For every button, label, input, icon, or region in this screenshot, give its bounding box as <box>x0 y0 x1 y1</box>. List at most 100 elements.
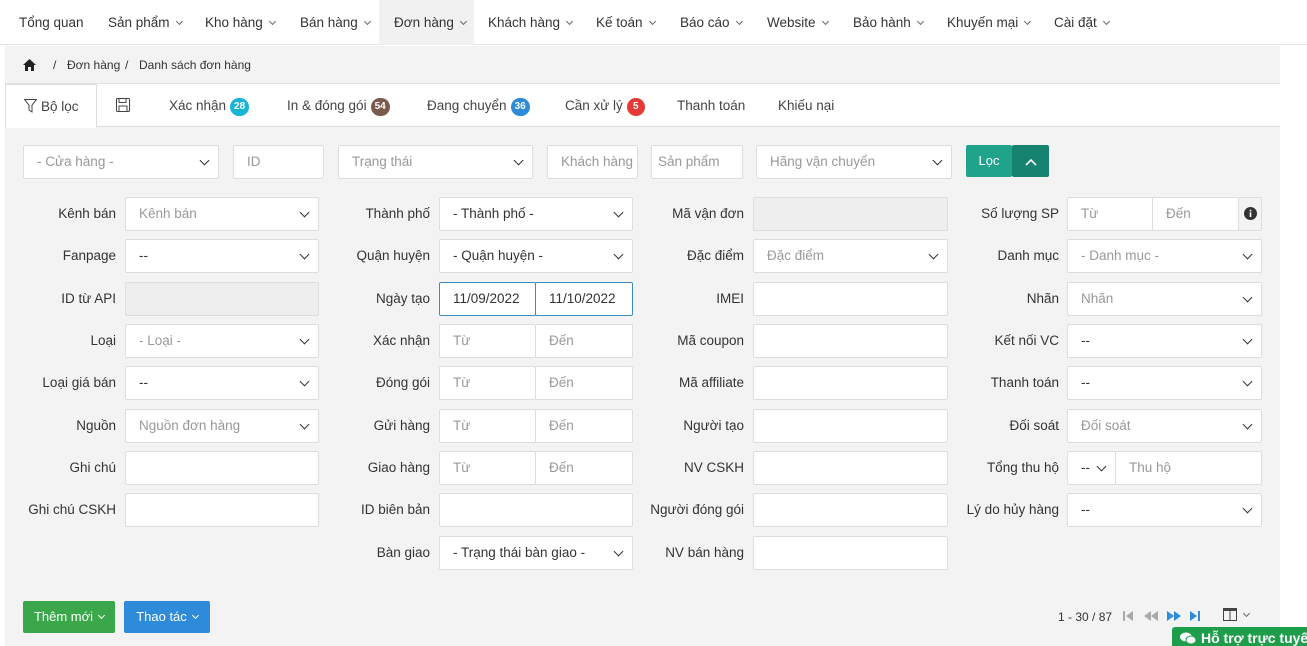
imei-input[interactable] <box>753 282 948 316</box>
cancel-reason-select[interactable]: -- <box>1067 493 1262 527</box>
confirm-to[interactable]: Đến <box>535 324 633 358</box>
previous-page-icon[interactable] <box>1144 610 1158 622</box>
affiliate-label: Mã affiliate <box>678 375 744 390</box>
tab-label: Đang chuyển <box>427 98 507 113</box>
tab-shipping[interactable]: Đang chuyển 36 <box>427 84 530 127</box>
chevron-down-icon <box>191 611 199 620</box>
type-label: Loại <box>90 333 116 348</box>
coupon-input[interactable] <box>753 324 948 358</box>
report-id-input[interactable] <box>439 493 633 527</box>
first-page-icon[interactable] <box>1123 610 1134 622</box>
created-date-to[interactable]: 11/10/2022 <box>535 282 633 316</box>
id-input[interactable]: ID <box>233 145 324 179</box>
live-support-button[interactable]: Hỗ trợ trực tuyến <box>1172 627 1307 646</box>
nav-website[interactable]: Website <box>767 0 829 45</box>
nav-promotions[interactable]: Khuyến mại <box>947 0 1032 45</box>
quantity-to[interactable]: Đến <box>1152 197 1239 231</box>
district-label: Quận huyện <box>356 248 430 263</box>
pack-to[interactable]: Đến <box>535 366 633 400</box>
columns-toggle[interactable] <box>1223 608 1250 624</box>
created-date-label: Ngày tạo <box>375 291 430 306</box>
tag-select[interactable]: Nhãn <box>1067 282 1262 316</box>
confirm-from[interactable]: Từ <box>439 324 536 358</box>
cod-input[interactable]: Thu hộ <box>1115 451 1262 485</box>
sales-staff-label: NV bán hàng <box>665 545 744 560</box>
pack-from[interactable]: Từ <box>439 366 536 400</box>
source-select[interactable]: Nguồn đơn hàng <box>125 409 319 443</box>
send-from[interactable]: Từ <box>439 409 536 443</box>
tag-label: Nhãn <box>1026 291 1059 306</box>
nav-customers[interactable]: Khách hàng <box>488 0 574 45</box>
scrollbar[interactable] <box>1280 46 1307 646</box>
filter-button[interactable]: Lọc <box>966 145 1012 177</box>
send-to[interactable]: Đến <box>535 409 633 443</box>
tab-save[interactable] <box>116 84 130 127</box>
city-select[interactable]: - Thành phố - <box>439 197 633 231</box>
handover-label: Bàn giao <box>376 545 430 560</box>
nav-reports[interactable]: Báo cáo <box>680 0 743 45</box>
quantity-from[interactable]: Từ <box>1067 197 1153 231</box>
cs-staff-input[interactable] <box>753 451 948 485</box>
packer-input[interactable] <box>753 493 948 527</box>
add-new-button[interactable]: Thêm mới <box>23 601 115 633</box>
nav-sales[interactable]: Bán hàng <box>300 0 371 45</box>
carrier-connect-select[interactable]: -- <box>1067 324 1262 358</box>
note-input[interactable] <box>125 451 319 485</box>
api-id-label: ID từ API <box>61 291 116 306</box>
deliver-label: Giao hàng <box>367 460 430 475</box>
price-type-select[interactable]: -- <box>125 366 319 400</box>
nav-products[interactable]: Sản phẩm <box>108 0 183 45</box>
store-select[interactable]: - Cửa hàng - <box>23 145 219 179</box>
chevron-down-icon <box>566 17 574 26</box>
status-select[interactable]: Trạng thái <box>338 145 533 179</box>
payment-select[interactable]: -- <box>1067 366 1262 400</box>
breadcrumb-orders[interactable]: Đơn hàng <box>67 58 120 72</box>
district-select[interactable]: - Quận huyện - <box>439 239 633 273</box>
chevron-down-icon <box>735 17 743 26</box>
sales-staff-input[interactable] <box>753 536 948 570</box>
nav-settings[interactable]: Cài đặt <box>1054 0 1110 45</box>
product-input[interactable]: Sản phẩm <box>651 145 743 179</box>
chevron-down-icon <box>98 611 106 620</box>
cod-operator-select[interactable]: -- <box>1067 451 1116 485</box>
handover-select[interactable]: - Trạng thái bàn giao - <box>439 536 633 570</box>
tab-filter[interactable]: Bộ lọc <box>5 84 97 128</box>
last-page-icon[interactable] <box>1190 610 1201 622</box>
channel-select[interactable]: Kênh bán <box>125 197 319 231</box>
deliver-to[interactable]: Đến <box>535 451 633 485</box>
feature-select[interactable]: Đặc điểm <box>753 239 948 273</box>
carrier-select[interactable]: Hãng vận chuyển <box>756 145 952 179</box>
chevron-down-icon <box>268 17 276 26</box>
nav-overview[interactable]: Tổng quan <box>19 0 84 45</box>
chevron-down-icon <box>1024 17 1032 26</box>
tab-print-pack[interactable]: In & đóng gói 54 <box>287 84 390 127</box>
tab-confirm[interactable]: Xác nhận 28 <box>169 84 250 127</box>
creator-input[interactable] <box>753 409 948 443</box>
reconcile-select[interactable]: Đối soát <box>1067 409 1262 443</box>
home-icon[interactable] <box>23 59 36 71</box>
actions-button[interactable]: Thao tác <box>124 601 210 633</box>
chevron-down-icon <box>1102 17 1110 26</box>
fanpage-select[interactable]: -- <box>125 239 319 273</box>
collapse-filter-button[interactable] <box>1012 145 1049 177</box>
deliver-from[interactable]: Từ <box>439 451 536 485</box>
type-select[interactable]: - Loại - <box>125 324 319 358</box>
tab-needs-handling[interactable]: Cần xử lý 5 <box>565 84 645 127</box>
cs-note-input[interactable] <box>125 493 319 527</box>
nav-inventory[interactable]: Kho hàng <box>205 0 276 45</box>
order-tabs: Bộ lọc Xác nhận 28 In & đóng gói 54 Đang c… <box>5 84 1280 128</box>
tab-label: Cần xử lý <box>565 98 623 113</box>
nav-warranty[interactable]: Bảo hành <box>853 0 924 45</box>
nav-accounting[interactable]: Kế toán <box>596 0 656 45</box>
customer-input[interactable]: Khách hàng <box>547 145 638 179</box>
created-date-from[interactable]: 11/09/2022 <box>439 282 536 316</box>
category-select[interactable]: - Danh mục - <box>1067 239 1262 273</box>
affiliate-input[interactable] <box>753 366 948 400</box>
tab-payment[interactable]: Thanh toán <box>677 84 745 127</box>
tab-complaint[interactable]: Khiếu nại <box>778 84 834 127</box>
quantity-info-button[interactable] <box>1238 197 1262 231</box>
button-label: Thêm mới <box>33 609 94 624</box>
nav-orders[interactable]: Đơn hàng <box>379 0 474 45</box>
save-icon <box>116 98 130 112</box>
next-page-icon[interactable] <box>1167 610 1181 622</box>
